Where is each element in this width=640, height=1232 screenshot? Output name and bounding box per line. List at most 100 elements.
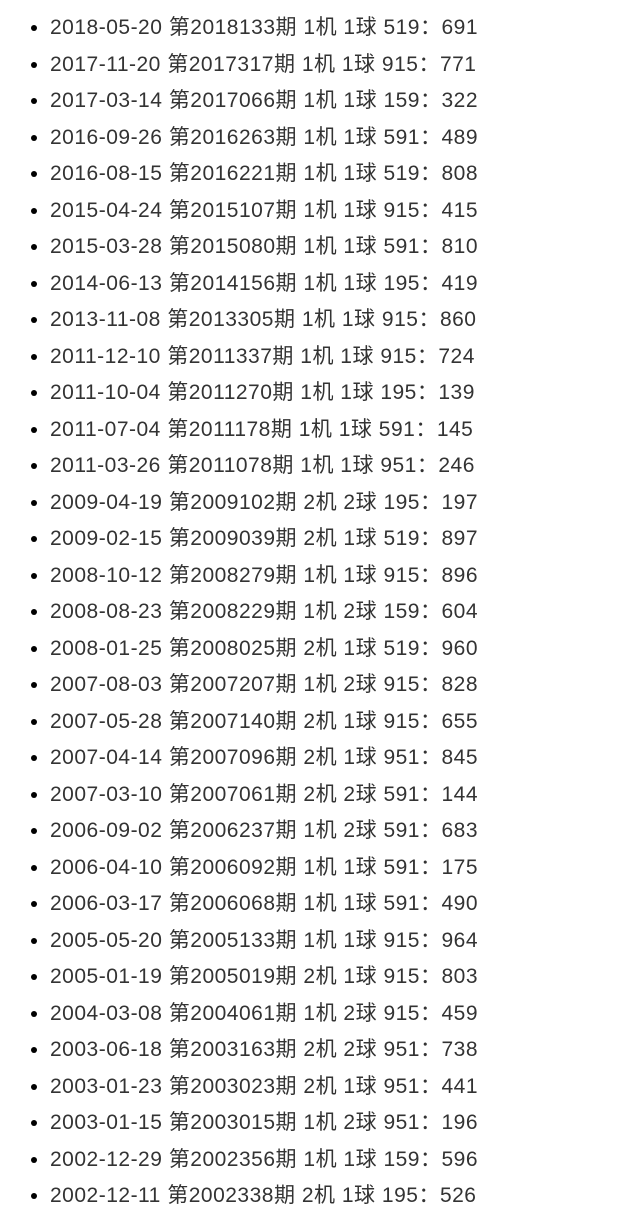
entry-num-b: 415: [441, 199, 478, 222]
list-item: 2016-09-26 第2016263期 1机 1球 591：489: [50, 120, 640, 157]
ball-suffix: 球: [356, 965, 378, 988]
ball-suffix: 球: [356, 856, 378, 879]
colon: ：: [420, 491, 442, 514]
entry-issue: 2011178: [189, 418, 271, 441]
ball-suffix: 球: [356, 162, 378, 185]
entry-date: 2003-01-23: [50, 1075, 162, 1098]
issue-prefix: 第: [169, 673, 191, 696]
issue-suffix: 期: [276, 16, 298, 39]
entry-ball: 1: [343, 1075, 355, 1098]
machine-suffix: 机: [316, 89, 338, 112]
issue-suffix: 期: [276, 892, 298, 915]
entry-ball: 2: [343, 1111, 355, 1134]
entry-date: 2002-12-29: [50, 1148, 162, 1171]
issue-suffix: 期: [276, 126, 298, 149]
issue-prefix: 第: [169, 16, 191, 39]
machine-suffix: 机: [312, 454, 334, 477]
entry-ball: 2: [343, 1002, 355, 1025]
issue-suffix: 期: [271, 418, 293, 441]
colon: ：: [420, 673, 442, 696]
entry-date: 2003-01-15: [50, 1111, 162, 1134]
entry-issue: 2009102: [190, 491, 275, 514]
ball-suffix: 球: [352, 345, 374, 368]
entry-ball: 1: [343, 965, 355, 988]
entry-ball: 1: [343, 892, 355, 915]
colon: ：: [420, 783, 442, 806]
machine-suffix: 机: [316, 1148, 338, 1171]
entry-date: 2009-04-19: [50, 491, 162, 514]
entry-machine: 1: [303, 819, 315, 842]
entry-num-b: 897: [441, 527, 478, 550]
machine-suffix: 机: [312, 345, 334, 368]
colon: ：: [420, 856, 442, 879]
list-item: 2002-12-11 第2002338期 2机 1球 195：526: [50, 1178, 640, 1215]
issue-suffix: 期: [276, 162, 298, 185]
entry-date: 2013-11-08: [50, 308, 161, 331]
entry-date: 2007-04-14: [50, 746, 162, 769]
ball-suffix: 球: [356, 564, 378, 587]
entry-num-a: 195: [383, 491, 420, 514]
entry-machine: 1: [300, 381, 312, 404]
entry-date: 2015-03-28: [50, 235, 162, 258]
issue-suffix: 期: [276, 929, 298, 952]
entry-num-a: 159: [383, 600, 420, 623]
entry-num-a: 915: [383, 564, 420, 587]
machine-suffix: 机: [316, 673, 338, 696]
entry-num-b: 197: [441, 491, 478, 514]
machine-suffix: 机: [316, 491, 338, 514]
machine-suffix: 机: [316, 637, 338, 660]
entry-machine: 1: [303, 126, 315, 149]
machine-suffix: 机: [316, 819, 338, 842]
entry-ball: 1: [343, 527, 355, 550]
entry-machine: 1: [303, 162, 315, 185]
issue-prefix: 第: [169, 637, 191, 660]
list-item: 2007-08-03 第2007207期 1机 2球 915：828: [50, 667, 640, 704]
machine-suffix: 机: [316, 527, 338, 550]
entry-ball: 1: [343, 16, 355, 39]
issue-prefix: 第: [167, 454, 189, 477]
entry-num-b: 828: [441, 673, 478, 696]
entry-issue: 2007140: [190, 710, 275, 733]
entry-ball: 1: [343, 162, 355, 185]
list-item: 2005-05-20 第2005133期 1机 1球 915：964: [50, 923, 640, 960]
entry-machine: 1: [303, 929, 315, 952]
entry-num-b: 691: [441, 16, 478, 39]
entry-num-b: 196: [441, 1111, 478, 1134]
entry-issue: 2015107: [190, 199, 275, 222]
entry-issue: 2011078: [189, 454, 273, 477]
list-item: 2006-09-02 第2006237期 1机 2球 591：683: [50, 813, 640, 850]
issue-prefix: 第: [169, 710, 191, 733]
entry-issue: 2006237: [190, 819, 275, 842]
machine-suffix: 机: [316, 235, 338, 258]
colon: ：: [420, 965, 442, 988]
entry-machine: 1: [303, 1111, 315, 1134]
issue-prefix: 第: [169, 892, 191, 915]
issue-prefix: 第: [167, 1184, 189, 1207]
issue-prefix: 第: [167, 418, 189, 441]
entry-num-a: 951: [383, 1038, 420, 1061]
entry-ball: 1: [339, 418, 351, 441]
entry-issue: 2017066: [190, 89, 275, 112]
ball-suffix: 球: [356, 272, 378, 295]
entry-issue: 2013305: [189, 308, 274, 331]
colon: ：: [420, 1038, 442, 1061]
issue-suffix: 期: [276, 1038, 298, 1061]
entry-machine: 1: [303, 673, 315, 696]
ball-suffix: 球: [356, 1148, 378, 1171]
entry-num-a: 519: [383, 637, 420, 660]
issue-prefix: 第: [169, 527, 191, 550]
entry-date: 2016-09-26: [50, 126, 162, 149]
entry-num-b: 896: [441, 564, 478, 587]
entry-date: 2015-04-24: [50, 199, 162, 222]
entry-issue: 2011337: [189, 345, 273, 368]
list-item: 2013-11-08 第2013305期 1机 1球 915：860: [50, 302, 640, 339]
entry-ball: 1: [342, 53, 354, 76]
entry-num-b: 596: [441, 1148, 478, 1171]
list-item: 2015-03-28 第2015080期 1机 1球 591：810: [50, 229, 640, 266]
list-item: 2008-10-12 第2008279期 1机 1球 915：896: [50, 558, 640, 595]
entry-ball: 1: [343, 1148, 355, 1171]
ball-suffix: 球: [356, 527, 378, 550]
entry-ball: 1: [343, 929, 355, 952]
entry-num-a: 951: [380, 454, 417, 477]
machine-suffix: 机: [316, 1075, 338, 1098]
